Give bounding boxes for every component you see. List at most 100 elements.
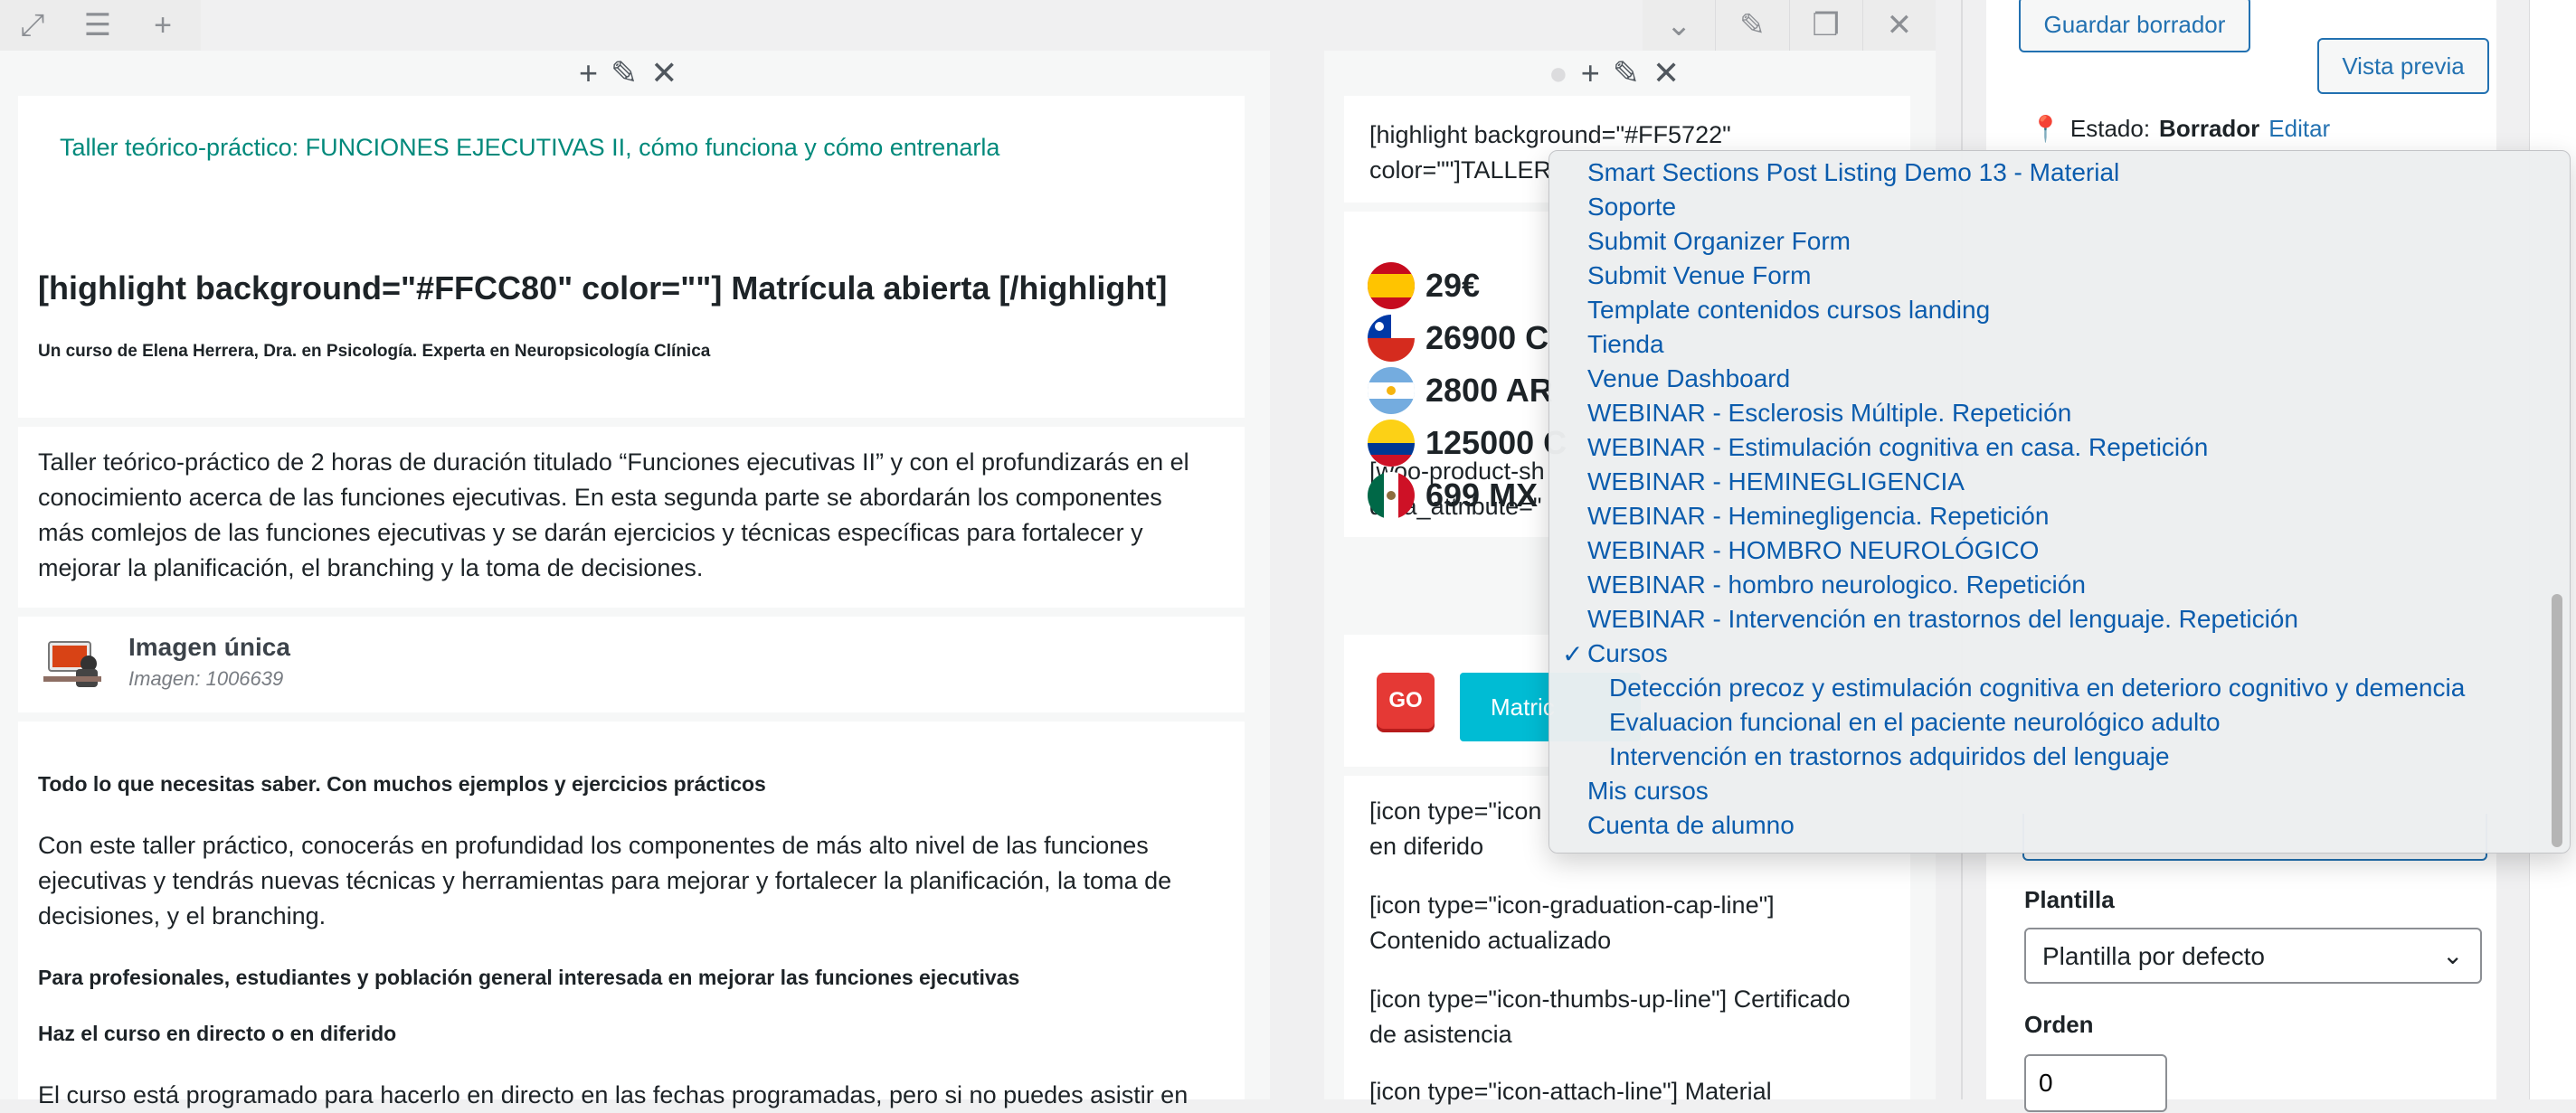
feature-item: [icon type="icon-graduation-cap-line"] C…: [1369, 888, 1775, 958]
image-module[interactable]: Imagen única Imagen: 1006639: [18, 617, 1245, 712]
add-icon[interactable]: +: [579, 54, 598, 92]
section-text-cut: El curso está programado para hacerlo en…: [38, 1081, 1189, 1108]
feature-line: en diferido: [1369, 833, 1484, 860]
feature-line: [icon type="icon-attach-line"] Material: [1369, 1078, 1772, 1105]
spain-flag-icon: [1368, 262, 1415, 309]
add-icon[interactable]: +: [1581, 54, 1600, 92]
chile-flag-icon: [1368, 315, 1415, 362]
dropdown-option[interactable]: WEBINAR - hombro neurologico. Repetición: [1587, 571, 2086, 599]
heading-module[interactable]: Taller teórico-práctico: FUNCIONES EJECU…: [18, 96, 1245, 418]
dropdown-option[interactable]: WEBINAR - Estimulación cognitiva en casa…: [1587, 433, 2208, 462]
duplicate-icon[interactable]: ❐: [1788, 0, 1862, 51]
save-draft-label: Guardar borrador: [2043, 10, 2226, 38]
feature-line: Contenido actualizado: [1369, 927, 1612, 954]
price-value: 2800 AR: [1425, 372, 1553, 409]
dropdown-option[interactable]: Submit Organizer Form: [1587, 227, 1851, 256]
dropdown-option[interactable]: Evaluacion funcional en el paciente neur…: [1609, 708, 2221, 737]
close-icon[interactable]: ✕: [650, 54, 677, 92]
feature-line: de asistencia: [1369, 1021, 1512, 1048]
save-draft-button[interactable]: Guardar borrador: [2019, 0, 2250, 52]
price-spain: 29€: [1368, 262, 1480, 309]
enroll-button-label: Matric: [1491, 693, 1555, 721]
pencil-icon[interactable]: ✎: [1613, 54, 1640, 92]
dropdown-option[interactable]: WEBINAR - HEMINEGLIGENCIA: [1587, 467, 1965, 496]
shortcode-line: [highlight background="#FF5722": [1369, 121, 1731, 148]
status-edit-link[interactable]: Editar: [2268, 115, 2330, 143]
pencil-icon[interactable]: ✎: [611, 54, 638, 92]
image-module-title: Imagen única: [128, 633, 290, 661]
dropdown-option[interactable]: Submit Venue Form: [1587, 261, 1811, 290]
chevron-down-icon[interactable]: ⌄: [1643, 0, 1715, 51]
price-mexico: 699 MX: [1368, 472, 1538, 519]
chevron-down-icon: ⌄: [2442, 941, 2464, 969]
dropdown-option-selected[interactable]: Cursos: [1587, 639, 1668, 668]
feature-line: [icon type="icon: [1369, 797, 1542, 825]
argentina-flag-icon: [1368, 367, 1415, 414]
dropdown-option[interactable]: WEBINAR - Esclerosis Múltiple. Repetició…: [1587, 399, 2071, 428]
feature-item: [icon type="icon-attach-line"] Material: [1369, 1074, 1772, 1109]
status-row: 📍 Estado: Borrador Editar: [2030, 114, 2330, 144]
layout-list-icon[interactable]: ☰: [65, 0, 130, 51]
close-icon[interactable]: ✕: [1861, 0, 1936, 51]
middle-column-controls: ● + ✎ ✕: [1548, 54, 1680, 92]
description-line: mejorar la planificación, el branching y…: [38, 554, 704, 581]
dropdown-scrollbar[interactable]: [2552, 594, 2562, 847]
price-chile: 26900 C: [1368, 315, 1548, 362]
dropdown-option[interactable]: WEBINAR - Heminegligencia. Repetición: [1587, 502, 2049, 531]
dropdown-option[interactable]: WEBINAR - Intervención en trastornos del…: [1587, 605, 2298, 634]
image-thumbnail: [42, 637, 105, 693]
expand-icon[interactable]: ⤢: [0, 0, 65, 51]
dropdown-option[interactable]: Mis cursos: [1587, 777, 1709, 806]
add-icon[interactable]: +: [130, 0, 195, 51]
builder-toolbar-left: ⤢ ☰ +: [0, 0, 201, 51]
dropdown-option[interactable]: Tienda: [1587, 330, 1664, 359]
handle-icon[interactable]: ●: [1548, 54, 1568, 92]
close-icon[interactable]: ✕: [1653, 54, 1680, 92]
order-label: Orden: [2024, 1011, 2094, 1038]
dropdown-option[interactable]: WEBINAR - HOMBRO NEUROLÓGICO: [1587, 536, 2039, 565]
price-value: 125000 C: [1425, 424, 1567, 461]
dropdown-option[interactable]: Intervención en trastornos adquiridos de…: [1609, 742, 2170, 771]
template-select[interactable]: Plantilla por defecto: [2024, 928, 2482, 984]
mexico-flag-icon: [1368, 472, 1415, 519]
description-line: conocimiento acerca de las funciones eje…: [38, 484, 1162, 511]
dropdown-option[interactable]: Cuenta de alumno: [1587, 811, 1795, 840]
description-module[interactable]: Taller teórico-práctico de 2 horas de du…: [18, 427, 1245, 608]
section-text-line: ejecutivas y tendrás nuevas técnicas y h…: [38, 867, 1172, 894]
dropdown-option[interactable]: Template contenidos cursos landing: [1587, 296, 1990, 325]
go-button-label: GO: [1388, 688, 1423, 712]
text-module[interactable]: Todo lo que necesitas saber. Con muchos …: [18, 722, 1245, 1108]
status-value: Borrador: [2159, 115, 2260, 142]
feature-item: [icon type="icon en diferido: [1369, 794, 1541, 864]
section-text-line: Con este taller práctico, conocerás en p…: [38, 832, 1149, 859]
section-heading: Todo lo que necesitas saber. Con muchos …: [38, 772, 766, 796]
go-button[interactable]: GO: [1377, 673, 1435, 729]
price-colombia: 125000 C: [1368, 420, 1567, 467]
price-value: 29€: [1425, 267, 1481, 304]
author-line: Un curso de Elena Herrera, Dra. en Psico…: [38, 342, 711, 361]
dropdown-option[interactable]: Soporte: [1587, 193, 1676, 222]
section-text: Con este taller práctico, conocerás en p…: [38, 828, 1232, 934]
description-text: Taller teórico-práctico de 2 horas de du…: [38, 445, 1232, 586]
parent-page-dropdown[interactable]: Smart Sections Post Listing Demo 13 - Ma…: [1548, 150, 2571, 854]
dropdown-option[interactable]: Detección precoz y estimulación cognitiv…: [1609, 674, 2465, 703]
checkmark-icon: ✓: [1562, 640, 1584, 668]
description-line: más comlejos de las funciones ejecutivas…: [38, 519, 1143, 546]
price-value: 26900 C: [1425, 319, 1549, 356]
preview-button[interactable]: Vista previa: [2317, 38, 2489, 94]
left-column-controls: + ✎ ✕: [579, 54, 677, 92]
pencil-icon[interactable]: ✎: [1715, 0, 1788, 51]
template-label: Plantilla: [2024, 886, 2115, 913]
dropdown-option[interactable]: Venue Dashboard: [1587, 364, 1790, 393]
dropdown-option[interactable]: Smart Sections Post Listing Demo 13 - Ma…: [1587, 158, 2119, 187]
section-heading: Haz el curso en directo o en diferido: [38, 1022, 397, 1045]
description-line: Taller teórico-práctico de 2 horas de du…: [38, 448, 1189, 476]
status-label: Estado:: [2069, 115, 2151, 142]
price-argentina: 2800 AR: [1368, 367, 1553, 414]
preview-label: Vista previa: [2342, 52, 2465, 80]
feature-line: [icon type="icon-thumbs-up-line"] Certif…: [1369, 986, 1851, 1013]
order-input[interactable]: [2024, 1054, 2167, 1112]
colombia-flag-icon: [1368, 420, 1415, 467]
feature-line: [icon type="icon-graduation-cap-line"]: [1369, 891, 1775, 919]
highlight-heading: [highlight background="#FFCC80" color=""…: [38, 269, 1168, 307]
